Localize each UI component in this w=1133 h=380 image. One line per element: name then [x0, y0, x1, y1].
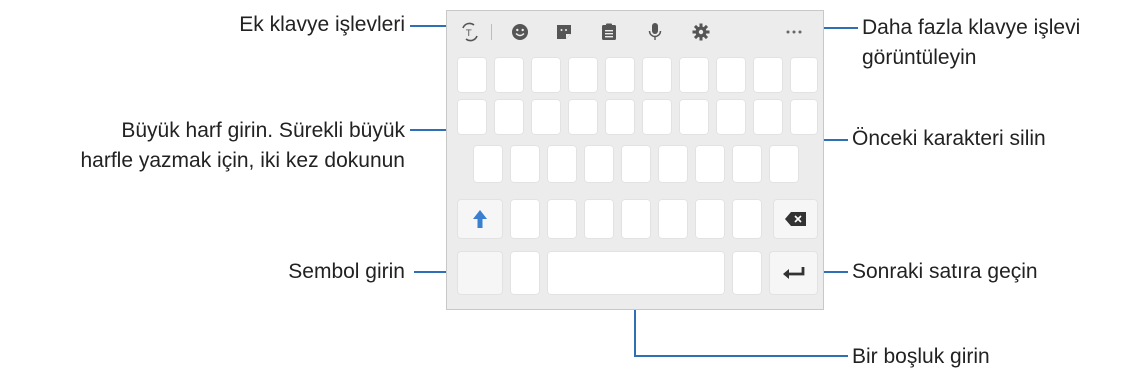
- key[interactable]: [494, 99, 524, 135]
- key[interactable]: [732, 251, 762, 295]
- enter-icon: [769, 251, 818, 295]
- key[interactable]: [642, 57, 672, 93]
- svg-text:T: T: [465, 29, 472, 39]
- sticker-icon[interactable]: [553, 21, 575, 43]
- key[interactable]: [494, 57, 524, 93]
- key[interactable]: [679, 99, 709, 135]
- key[interactable]: [790, 99, 818, 135]
- key[interactable]: [584, 199, 614, 239]
- symbols-key[interactable]: [457, 251, 503, 295]
- label-capitalize-1: Büyük harf girin. Sürekli büyük: [121, 119, 405, 142]
- label-capitalize-2: harfle yazmak için, iki kez dokunun: [80, 149, 406, 172]
- key[interactable]: [753, 99, 783, 135]
- toolbar-separator: [491, 24, 492, 40]
- key[interactable]: [473, 145, 503, 183]
- key[interactable]: [510, 199, 540, 239]
- key[interactable]: [457, 99, 487, 135]
- backspace-key[interactable]: [773, 199, 818, 239]
- key[interactable]: [531, 99, 561, 135]
- key[interactable]: [584, 145, 614, 183]
- key[interactable]: [679, 57, 709, 93]
- key[interactable]: [716, 99, 746, 135]
- key[interactable]: [547, 199, 577, 239]
- more-icon[interactable]: [783, 21, 805, 43]
- key[interactable]: [790, 57, 818, 93]
- key[interactable]: [510, 251, 540, 295]
- key[interactable]: [605, 57, 635, 93]
- microphone-icon[interactable]: [644, 21, 666, 43]
- key[interactable]: [531, 57, 561, 93]
- shift-arrow-icon: [457, 199, 503, 239]
- key[interactable]: [568, 99, 598, 135]
- space-key[interactable]: [547, 251, 725, 295]
- callout-line-space-h: [634, 355, 848, 357]
- label-enter-symbols: Sembol girin: [288, 260, 405, 283]
- key[interactable]: [547, 145, 577, 183]
- enter-key[interactable]: [769, 251, 818, 295]
- gear-icon[interactable]: [690, 21, 712, 43]
- key[interactable]: [621, 145, 651, 183]
- key[interactable]: [658, 145, 688, 183]
- backspace-icon: [773, 199, 818, 239]
- keyboard: T: [446, 10, 824, 310]
- callout-line-extra: [410, 25, 446, 27]
- key[interactable]: [769, 145, 799, 183]
- clipboard-icon[interactable]: [598, 21, 620, 43]
- key[interactable]: [695, 199, 725, 239]
- key[interactable]: [695, 145, 725, 183]
- key[interactable]: [510, 145, 540, 183]
- key[interactable]: [621, 199, 651, 239]
- label-space: Bir boşluk girin: [852, 345, 990, 368]
- key[interactable]: [716, 57, 746, 93]
- label-more-functions-1: Daha fazla klavye işlevi: [862, 16, 1081, 39]
- emoji-icon[interactable]: [509, 21, 531, 43]
- key[interactable]: [605, 99, 635, 135]
- key[interactable]: [753, 57, 783, 93]
- shift-key[interactable]: [457, 199, 503, 239]
- key[interactable]: [658, 199, 688, 239]
- translate-icon[interactable]: T: [459, 21, 481, 43]
- callout-line-symbols: [414, 271, 446, 273]
- key[interactable]: [642, 99, 672, 135]
- key[interactable]: [568, 57, 598, 93]
- label-more-functions-2: görüntüleyin: [862, 46, 977, 69]
- key[interactable]: [457, 57, 487, 93]
- key[interactable]: [732, 199, 762, 239]
- key[interactable]: [732, 145, 762, 183]
- label-delete-previous: Önceki karakteri silin: [852, 127, 1046, 150]
- label-extra-functions: Ek klavye işlevleri: [239, 13, 405, 36]
- label-next-line: Sonraki satıra geçin: [852, 260, 1038, 283]
- keyboard-toolbar: T: [447, 11, 823, 51]
